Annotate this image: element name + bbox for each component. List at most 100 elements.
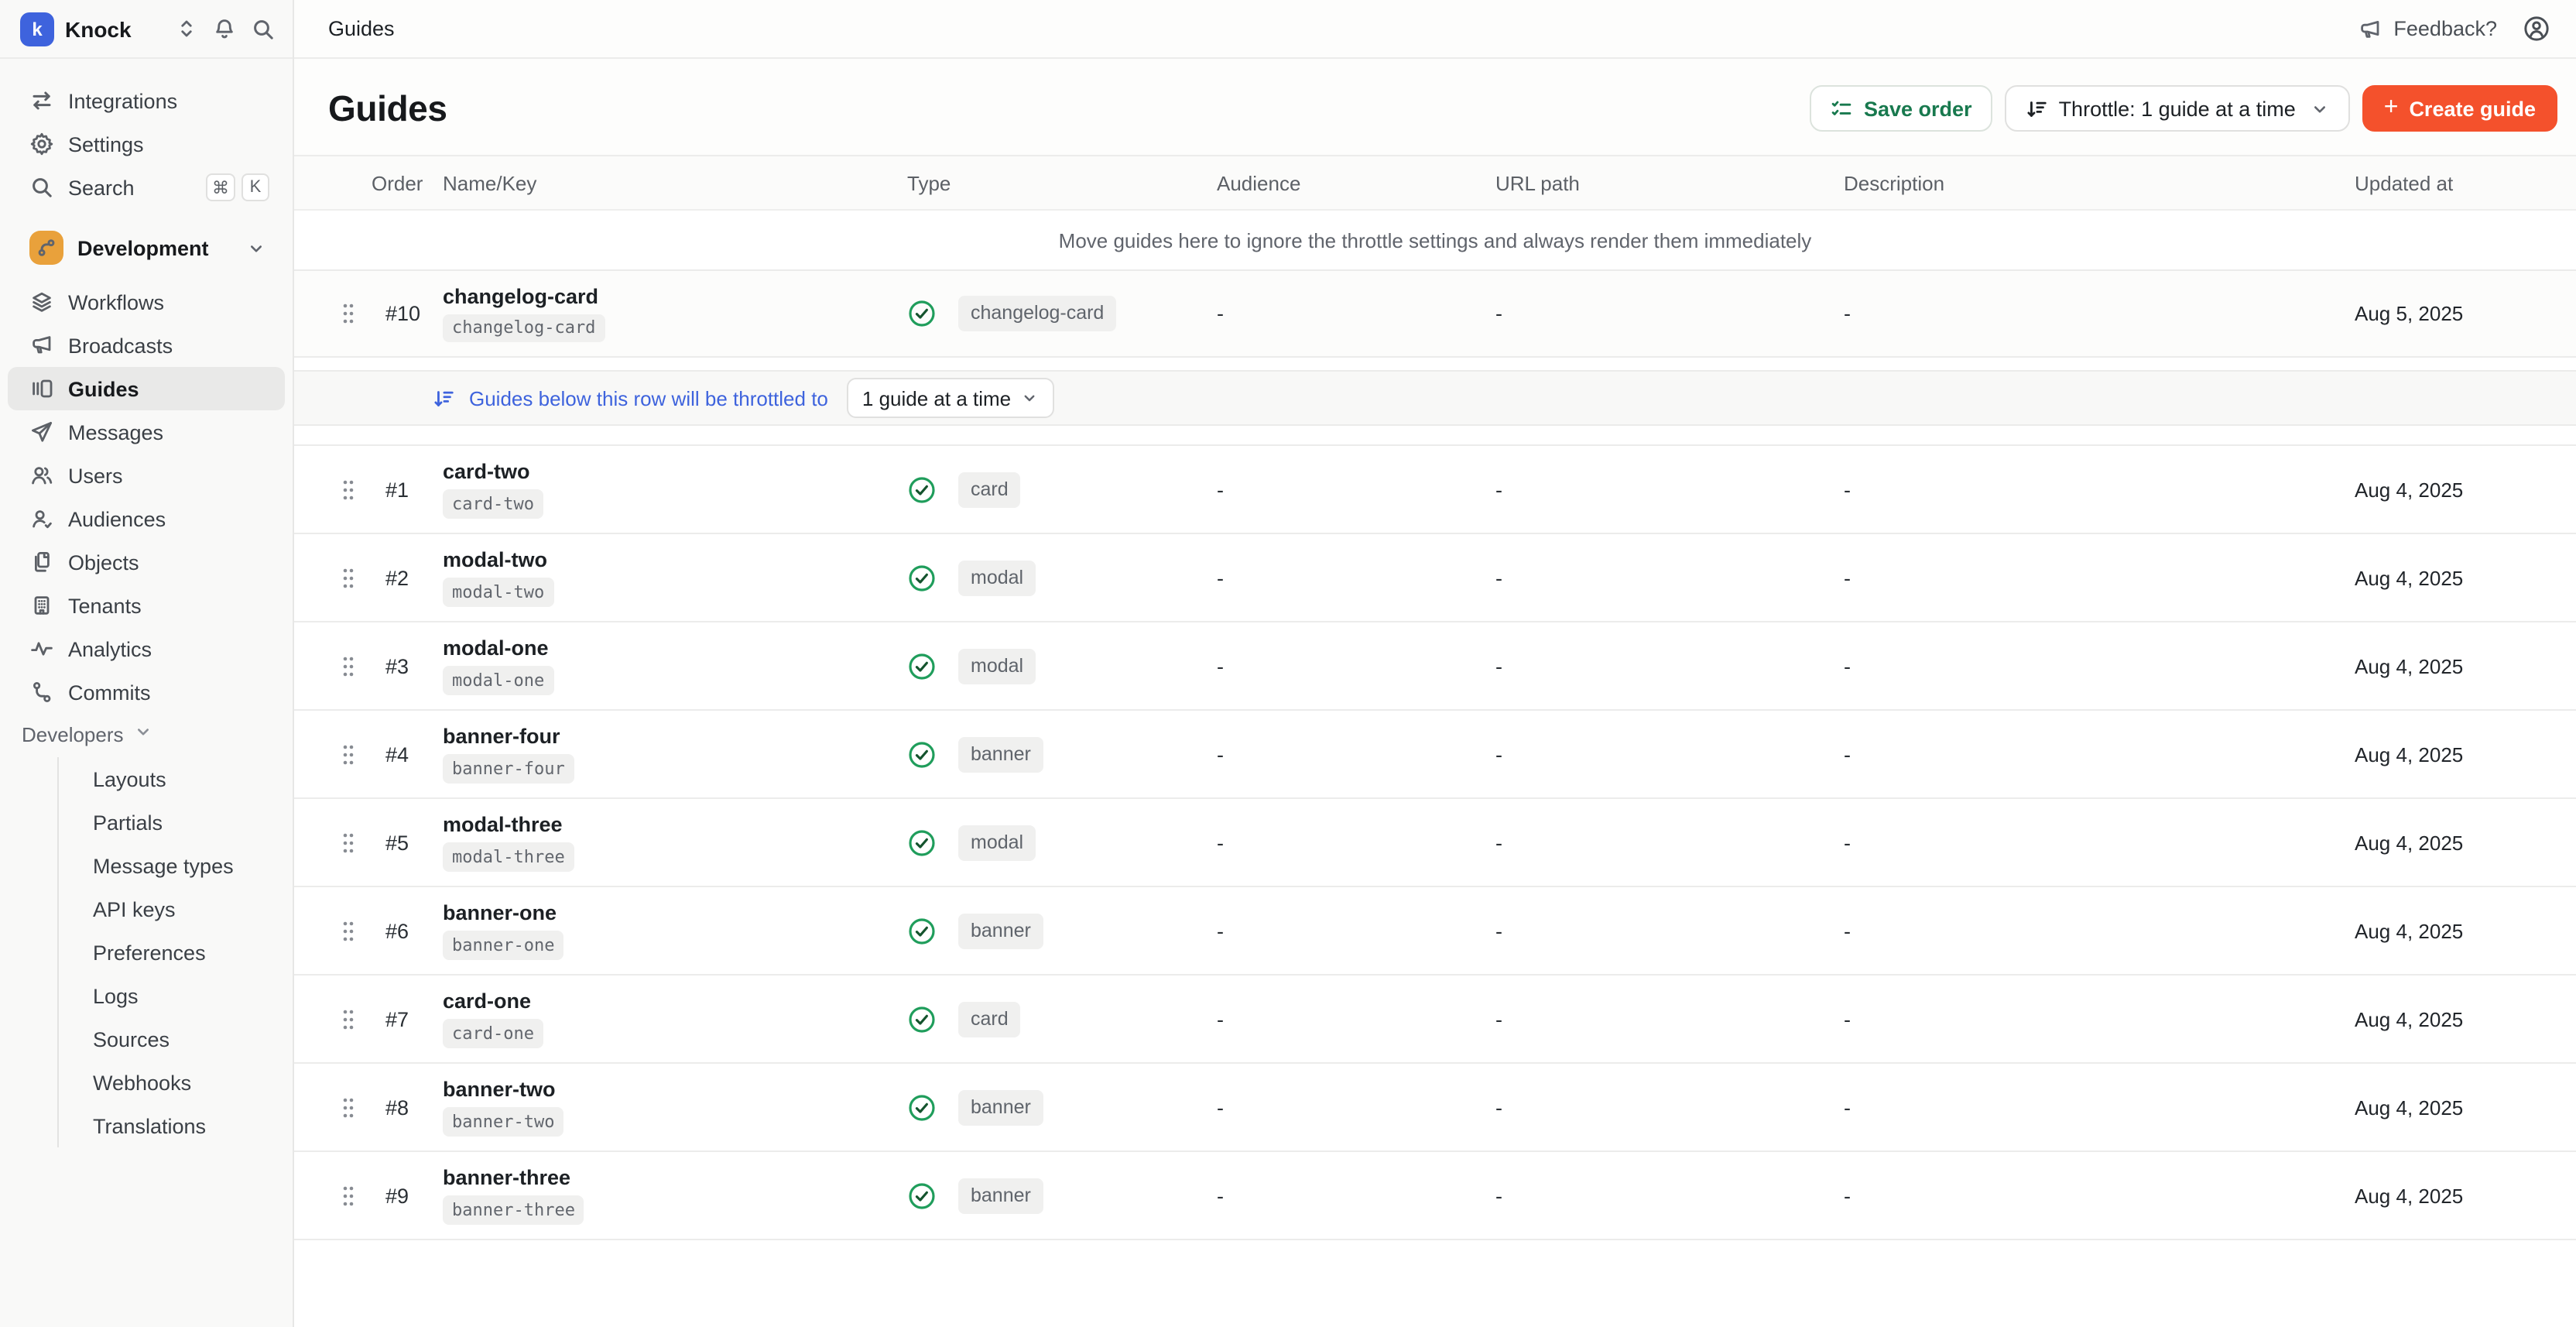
guides-table: Order Name/Key Type Audience URL path De… [294, 155, 2576, 1327]
url-path-value: - [1495, 302, 1844, 325]
sidebar-item-api-keys[interactable]: API keys [59, 887, 293, 931]
environment-switcher[interactable]: Development [8, 226, 285, 269]
type-badge: modal [958, 825, 1036, 860]
sidebar-item-label: Settings [68, 132, 144, 156]
sidebar-item-audiences[interactable]: Audiences [8, 497, 285, 540]
type-cell: banner [907, 1089, 1217, 1125]
type-cell: banner [907, 1178, 1217, 1213]
ignore-throttle-section: Move guides here to ignore the throttle … [294, 211, 2576, 358]
updated-at-value: Aug 4, 2025 [2355, 478, 2576, 501]
sidebar-item-workflows[interactable]: Workflows [8, 280, 285, 324]
type-badge: banner [958, 1089, 1043, 1125]
guide-name: banner-three [443, 1166, 570, 1189]
url-path-value: - [1495, 742, 1844, 766]
users-icon [29, 463, 54, 488]
description-value: - [1844, 831, 2355, 854]
sidebar-item-translations[interactable]: Translations [59, 1104, 293, 1147]
page-title: Guides [328, 87, 447, 129]
workflows-icon [29, 290, 54, 314]
updated-at-value: Aug 4, 2025 [2355, 1184, 2576, 1207]
search-icon [29, 175, 54, 200]
guides-rows: #1card-twocard-twocard---Aug 4, 2025#2mo… [294, 444, 2576, 1240]
drag-handle[interactable] [325, 1007, 372, 1030]
workspace-name: Knock [65, 16, 132, 41]
save-order-label: Save order [1864, 97, 1972, 120]
drag-handle[interactable] [325, 1096, 372, 1119]
kbd-key: K [242, 173, 269, 201]
create-guide-button[interactable]: + Create guide [2362, 85, 2557, 132]
drag-handle[interactable] [325, 742, 372, 766]
audience-value: - [1217, 302, 1495, 325]
type-cell: card [907, 471, 1217, 507]
guide-name: banner-four [443, 725, 560, 748]
sidebar-item-tenants[interactable]: Tenants [8, 584, 285, 627]
sidebar-item-guides[interactable]: Guides [8, 367, 285, 410]
description-value: - [1844, 478, 2355, 501]
guide-key: changelog-card [443, 314, 605, 343]
notifications-bell-icon[interactable] [212, 16, 237, 41]
table-row: #8banner-twobanner-twobanner---Aug 4, 20… [294, 1064, 2576, 1152]
drag-handle[interactable] [325, 478, 372, 501]
account-menu-button[interactable] [2522, 14, 2551, 43]
drag-handle[interactable] [325, 919, 372, 942]
sidebar-item-webhooks[interactable]: Webhooks [59, 1061, 293, 1104]
drag-handle[interactable] [325, 831, 372, 854]
status-active-check-icon [907, 828, 937, 857]
sidebar-item-label: Audiences [68, 507, 166, 530]
drag-handle[interactable] [325, 566, 372, 589]
type-badge: modal [958, 648, 1036, 684]
sidebar-item-search[interactable]: Search⌘K [8, 166, 285, 209]
throttle-dropdown-button[interactable]: Throttle: 1 guide at a time [2005, 85, 2350, 132]
status-active-check-icon [907, 475, 937, 504]
sidebar-item-users[interactable]: Users [8, 454, 285, 497]
workspace-switcher[interactable]: k Knock [0, 0, 293, 59]
guide-key: banner-two [443, 1107, 564, 1137]
status-active-check-icon [907, 916, 937, 945]
description-value: - [1844, 1007, 2355, 1030]
sidebar-top-icons [175, 16, 276, 41]
type-badge: changelog-card [958, 296, 1116, 331]
sidebar-item-sources[interactable]: Sources [59, 1017, 293, 1061]
status-active-check-icon [907, 739, 937, 769]
sidebar-item-commits[interactable]: Commits [8, 670, 285, 714]
description-value: - [1844, 919, 2355, 942]
throttle-button-label: Throttle: 1 guide at a time [2059, 97, 2296, 120]
name-key-cell: changelog-cardchangelog-card [443, 284, 907, 343]
megaphone-icon [2358, 16, 2382, 41]
guide-name: card-two [443, 460, 530, 483]
throttle-amount-select[interactable]: 1 guide at a time [847, 378, 1054, 418]
messages-icon [29, 420, 54, 444]
drag-handle[interactable] [325, 1184, 372, 1207]
sidebar-item-objects[interactable]: Objects [8, 540, 285, 584]
search-icon[interactable] [251, 16, 276, 41]
url-path-value: - [1495, 566, 1844, 589]
type-cell: card [907, 1001, 1217, 1037]
developers-group-label[interactable]: Developers [0, 715, 293, 753]
table-row: #9banner-threebanner-threebanner---Aug 4… [294, 1152, 2576, 1240]
order-number: #6 [372, 919, 443, 942]
workspace-selector-icon[interactable] [175, 17, 198, 40]
sidebar-item-settings[interactable]: Settings [8, 122, 285, 166]
status-active-check-icon [907, 1181, 937, 1210]
sidebar-item-integrations[interactable]: Integrations [8, 79, 285, 122]
name-key-cell: modal-threemodal-three [443, 813, 907, 872]
sidebar-item-label: Commits [68, 681, 151, 704]
feedback-button[interactable]: Feedback? [2358, 16, 2497, 41]
sidebar-item-messages[interactable]: Messages [8, 410, 285, 454]
sidebar-item-label: Messages [68, 420, 163, 444]
sidebar-item-message-types[interactable]: Message types [59, 844, 293, 887]
audiences-icon [29, 506, 54, 531]
sidebar-item-logs[interactable]: Logs [59, 974, 293, 1017]
guide-key: modal-two [443, 578, 553, 607]
drag-handle[interactable] [325, 302, 372, 325]
drag-handle[interactable] [325, 654, 372, 677]
sidebar-item-layouts[interactable]: Layouts [59, 757, 293, 801]
save-order-button[interactable]: Save order [1810, 85, 1992, 132]
guide-key: card-one [443, 1019, 543, 1048]
sidebar-item-preferences[interactable]: Preferences [59, 931, 293, 974]
sidebar-item-broadcasts[interactable]: Broadcasts [8, 324, 285, 367]
sidebar-item-analytics[interactable]: Analytics [8, 627, 285, 670]
sidebar-item-partials[interactable]: Partials [59, 801, 293, 844]
url-path-value: - [1495, 1096, 1844, 1119]
type-cell: changelog-card [907, 296, 1217, 331]
